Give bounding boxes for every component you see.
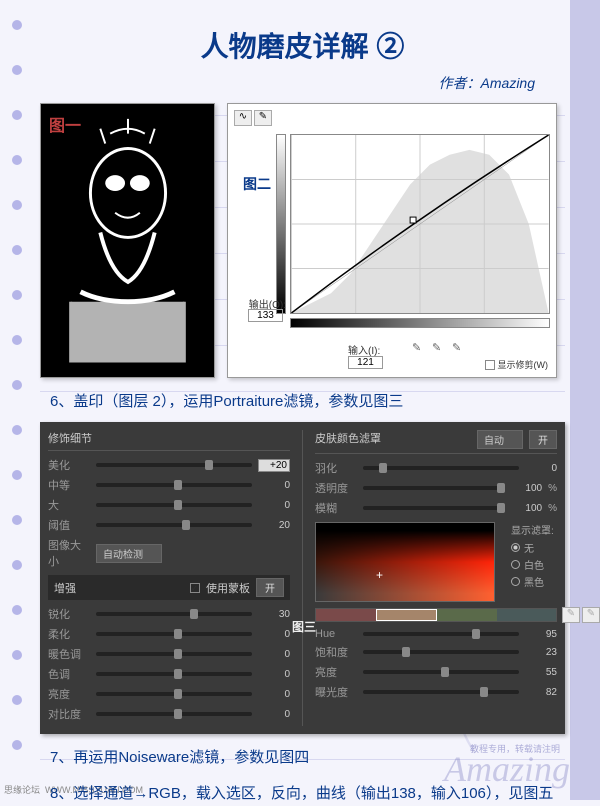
contrast-slider[interactable] <box>96 712 252 716</box>
radio-white[interactable] <box>511 560 520 569</box>
eyedropper-gray-icon[interactable]: ✎ <box>432 341 446 355</box>
radio-black[interactable] <box>511 577 520 586</box>
image-size-select[interactable]: 自动检测 <box>96 544 162 563</box>
eyedropper-white-icon[interactable]: ✎ <box>452 341 466 355</box>
mask-open-button[interactable]: 开 <box>529 430 557 449</box>
sharpen-slider[interactable] <box>96 612 252 616</box>
step-7-text: 7、再运用Noiseware滤镜，参数见图四 <box>50 746 565 770</box>
input-gradient <box>290 318 550 328</box>
color-sat-slider[interactable] <box>363 650 519 654</box>
figure-1-label: 图一 <box>49 112 81 136</box>
eyedropper-add-icon[interactable]: ✎ <box>582 607 600 623</box>
portraiture-panel: 图三 修饰细节 美化+20 中等0 大0 阈值20 图像大小自动检测 增强 使用… <box>40 422 565 734</box>
warmth-slider[interactable] <box>96 652 252 656</box>
step-8-text: 8、选择通道→RGB，载入选区，反向，曲线（输出138，输入106），见图五 <box>50 782 565 806</box>
figure-2-curves: 图二 ∿ ✎ 输出(O): 133 <box>227 103 557 378</box>
show-clip-label: 显示修剪(W) <box>498 358 549 371</box>
figure-1: 图一 <box>40 103 215 378</box>
curve-mode-spline-icon[interactable]: ∿ <box>234 110 252 126</box>
figure-3-label: 图三 <box>292 618 316 635</box>
page-title: 人物磨皮详解 ② <box>40 10 565 65</box>
mask-header: 皮肤颜色滤罩 <box>315 430 381 449</box>
input-label: 输入(I): <box>348 342 380 357</box>
page-margin <box>570 0 600 800</box>
hue-range-bar[interactable]: ✎ ✎ <box>315 608 557 622</box>
output-value[interactable]: 133 <box>248 309 283 322</box>
hue-slider[interactable] <box>96 672 252 676</box>
opacity-slider[interactable] <box>363 486 504 490</box>
color-bright-slider[interactable] <box>363 670 519 674</box>
curve-mode-pencil-icon[interactable]: ✎ <box>254 110 272 126</box>
curves-plot[interactable] <box>290 134 550 314</box>
eyedropper-icon[interactable]: ✎ <box>562 607 580 623</box>
skin-color-picker[interactable]: + <box>315 522 495 602</box>
brightness-slider[interactable] <box>96 692 252 696</box>
medium-slider[interactable] <box>96 483 252 487</box>
auto-select[interactable]: 自动 <box>477 430 523 449</box>
color-hue-slider[interactable] <box>363 632 519 636</box>
show-clip-checkbox[interactable] <box>485 360 495 370</box>
smoothing-slider[interactable] <box>96 463 252 467</box>
feather-slider[interactable] <box>363 466 519 470</box>
enhance-open-button[interactable]: 开 <box>256 578 284 597</box>
binder-holes <box>12 20 28 785</box>
step-6-text: 6、盖印（图层 2），运用Portraiture滤镜，参数见图三 <box>50 390 565 414</box>
large-slider[interactable] <box>96 503 252 507</box>
blur-slider[interactable] <box>363 506 504 510</box>
figure-1-art <box>41 104 214 376</box>
radio-none[interactable] <box>511 543 520 552</box>
soften-slider[interactable] <box>96 632 252 636</box>
detail-header: 修饰细节 <box>48 430 92 446</box>
figure-2-label: 图二 <box>243 174 271 194</box>
enhance-header: 增强 <box>54 580 76 596</box>
eyedropper-black-icon[interactable]: ✎ <box>412 341 426 355</box>
use-mask-checkbox[interactable] <box>190 583 200 593</box>
input-value[interactable]: 121 <box>348 356 383 369</box>
threshold-slider[interactable] <box>96 523 252 527</box>
color-exposure-slider[interactable] <box>363 690 519 694</box>
output-gradient <box>276 134 286 314</box>
author-line: 作者：Amazing <box>40 73 565 93</box>
